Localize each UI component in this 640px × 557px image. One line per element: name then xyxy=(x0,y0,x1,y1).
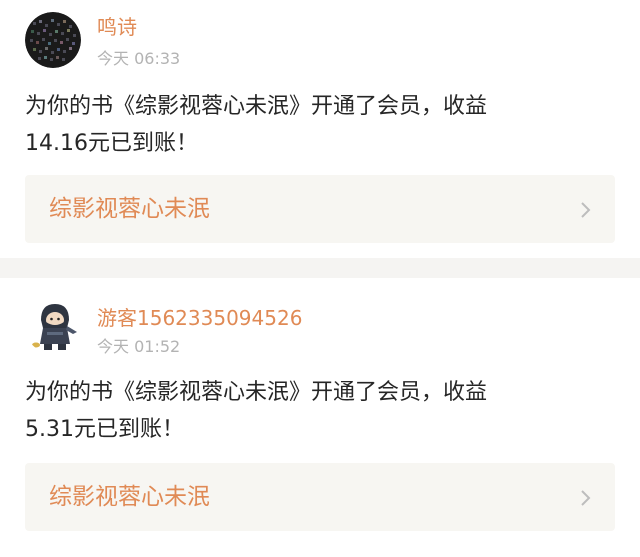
ninja-character-avatar-icon xyxy=(25,298,81,354)
chevron-right-icon xyxy=(581,490,591,506)
username[interactable]: 鸣诗 xyxy=(97,15,137,39)
timestamp: 今天 06:33 xyxy=(97,49,181,68)
chevron-right-icon xyxy=(581,202,591,218)
user-avatar[interactable] xyxy=(25,12,81,68)
message-line: 14.16元已到账！ xyxy=(25,131,198,156)
notification-card: 游客1562335094526 今天 01:52 为你的书《综影视蓉心未泯》开通… xyxy=(0,278,640,557)
notification-message: 为你的书《综影视蓉心未泯》开通了会员，收益 14.16元已到账！ xyxy=(25,88,625,162)
user-avatar[interactable] xyxy=(25,298,81,354)
book-title: 综影视蓉心未泯 xyxy=(49,484,210,510)
notification-card: 鸣诗 今天 06:33 为你的书《综影视蓉心未泯》开通了会员，收益 14.16元… xyxy=(0,0,640,258)
message-line: 5.31元已到账！ xyxy=(25,417,184,442)
message-line: 为你的书《综影视蓉心未泯》开通了会员，收益 xyxy=(25,380,488,405)
notification-message: 为你的书《综影视蓉心未泯》开通了会员，收益 5.31元已到账！ xyxy=(25,374,625,448)
book-title: 综影视蓉心未泯 xyxy=(49,196,210,222)
book-link-button[interactable]: 综影视蓉心未泯 xyxy=(25,463,615,531)
username[interactable]: 游客1562335094526 xyxy=(97,306,302,330)
dark-mosaic-avatar-icon xyxy=(25,12,81,68)
timestamp: 今天 01:52 xyxy=(97,337,181,356)
book-link-button[interactable]: 综影视蓉心未泯 xyxy=(25,175,615,243)
message-line: 为你的书《综影视蓉心未泯》开通了会员，收益 xyxy=(25,94,488,119)
